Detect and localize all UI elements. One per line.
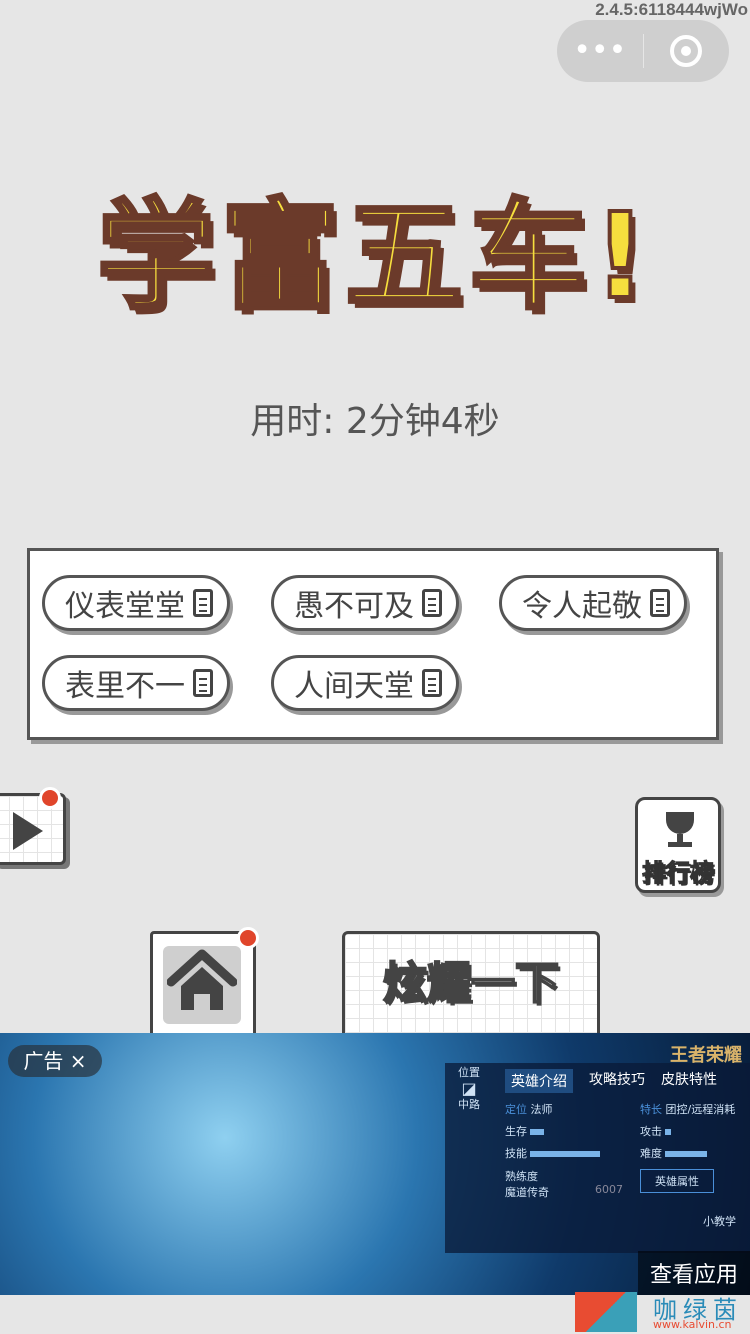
idiom-chip[interactable]: 令人起敬 bbox=[499, 575, 687, 631]
idiom-chip[interactable]: 仪表堂堂 bbox=[42, 575, 230, 631]
document-icon bbox=[193, 589, 213, 617]
miniprogram-capsule: ••• bbox=[557, 20, 729, 82]
idiom-chip[interactable]: 愚不可及 bbox=[271, 575, 459, 631]
idiom-list: 仪表堂堂 愚不可及 令人起敬 表里不一 人间天堂 bbox=[27, 548, 719, 740]
hero-panel: 位置 ◪ 中路 英雄介绍 攻略技巧 皮肤特性 定位 法师 特长 团控/远程消耗 生存 攻… bbox=[445, 1063, 750, 1253]
hero-attr-button: 英雄属性 bbox=[640, 1169, 714, 1193]
idiom-label: 表里不一 bbox=[65, 669, 185, 704]
leaderboard-button[interactable]: 排行榜 bbox=[635, 797, 721, 893]
document-icon bbox=[193, 669, 213, 697]
idiom-label: 人间天堂 bbox=[294, 669, 414, 704]
notification-dot bbox=[237, 927, 259, 949]
play-icon bbox=[13, 812, 43, 850]
trophy-icon bbox=[666, 812, 694, 834]
watermark: 咖绿茵 www.kalvin.cn bbox=[575, 1292, 750, 1334]
tab-strategy: 攻略技巧 bbox=[589, 1072, 645, 1088]
ad-close-tag[interactable]: 广告 × bbox=[8, 1045, 102, 1077]
share-show-off-button[interactable]: 炫耀一下 bbox=[342, 931, 600, 1041]
ad-banner[interactable]: 广告 × 王者荣耀 位置 ◪ 中路 英雄介绍 攻略技巧 皮肤特性 定位 法师 特长 团控… bbox=[0, 1033, 750, 1295]
tab-hero-intro: 英雄介绍 bbox=[505, 1069, 573, 1093]
tab-skin: 皮肤特性 bbox=[661, 1072, 717, 1088]
time-used: 用时: 2分钟4秒 bbox=[250, 401, 500, 442]
more-dots-icon[interactable]: ••• bbox=[557, 36, 643, 66]
watermark-logo bbox=[575, 1292, 637, 1332]
home-icon bbox=[167, 949, 237, 1010]
close-target-icon[interactable] bbox=[644, 35, 730, 67]
leaderboard-label: 排行榜 bbox=[642, 859, 715, 888]
position-badge: 位置 ◪ 中路 bbox=[458, 1066, 480, 1111]
view-app-button[interactable]: 查看应用 bbox=[637, 1251, 750, 1295]
idiom-chip[interactable]: 人间天堂 bbox=[271, 655, 459, 711]
home-button[interactable] bbox=[150, 931, 256, 1041]
notification-dot bbox=[39, 787, 61, 809]
version-text: 2.4.5:6118444wjWo bbox=[595, 0, 748, 19]
idiom-label: 愚不可及 bbox=[294, 589, 414, 624]
idiom-chip[interactable]: 表里不一 bbox=[42, 655, 230, 711]
idiom-label: 仪表堂堂 bbox=[65, 589, 185, 624]
idiom-label: 令人起敬 bbox=[522, 589, 642, 624]
result-title: 学富五车! bbox=[95, 185, 653, 327]
document-icon bbox=[422, 669, 442, 697]
document-icon bbox=[650, 589, 670, 617]
document-icon bbox=[422, 589, 442, 617]
